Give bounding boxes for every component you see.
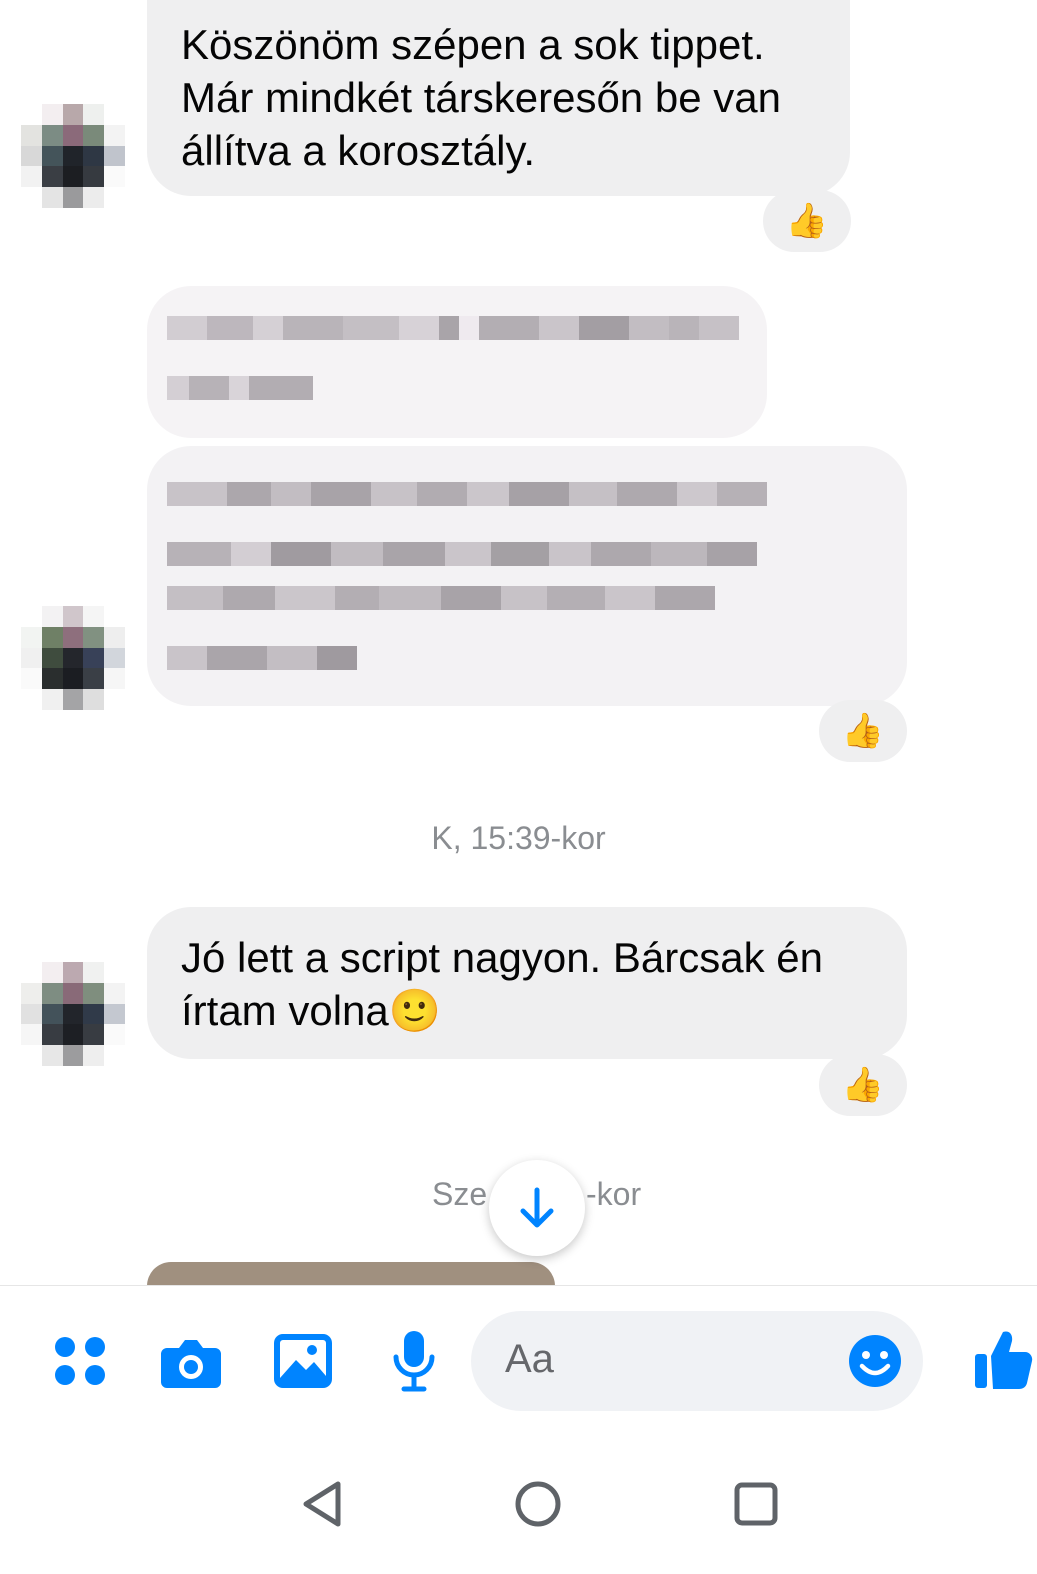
redacted-text-line — [167, 482, 767, 506]
microphone-icon — [393, 1331, 435, 1392]
camera-icon — [161, 1340, 221, 1388]
thumbs-up-icon — [975, 1331, 1033, 1389]
redacted-text-line — [167, 316, 739, 340]
redacted-text-line — [167, 376, 313, 400]
timestamp-divider-right: -kor — [586, 1176, 642, 1212]
recents-button[interactable] — [726, 1474, 786, 1534]
message-bubble[interactable]: Köszönöm szépen a sok tippet. Már mindké… — [147, 0, 850, 196]
reaction-badge[interactable]: 👍 — [819, 700, 907, 762]
gallery-button[interactable] — [272, 1331, 334, 1391]
system-navigation-bar — [0, 1440, 1037, 1574]
scroll-to-bottom-button[interactable] — [489, 1160, 585, 1256]
message-input-placeholder: Aa — [505, 1337, 554, 1381]
thumbs-up-reaction-icon: 👍 — [841, 712, 885, 750]
voice-button[interactable] — [386, 1328, 442, 1394]
apps-icon — [55, 1337, 105, 1385]
reaction-badge[interactable]: 👍 — [819, 1054, 907, 1116]
timestamp-divider: K, 15:39-kor — [431, 820, 606, 856]
home-circle-icon — [515, 1481, 561, 1527]
thumbs-up-reaction-icon: 👍 — [785, 202, 829, 240]
message-text: Jó lett a script nagyon. Bárcsak én írta… — [181, 934, 823, 1034]
emoji-icon — [849, 1335, 901, 1387]
back-button[interactable] — [292, 1474, 352, 1534]
recents-square-icon — [734, 1482, 778, 1526]
camera-button[interactable] — [158, 1331, 224, 1393]
message-bubble[interactable]: Jó lett a script nagyon. Bárcsak én írta… — [147, 907, 907, 1059]
timestamp-divider-left: Sze — [432, 1176, 488, 1212]
reaction-badge[interactable]: 👍 — [763, 190, 851, 252]
thumbs-up-reaction-icon: 👍 — [841, 1066, 885, 1104]
message-bubble-blurred[interactable] — [147, 446, 907, 706]
redacted-text-line — [167, 542, 757, 566]
back-triangle-icon — [303, 1481, 341, 1527]
image-message-preview[interactable] — [147, 1262, 555, 1286]
avatar — [21, 962, 125, 1066]
send-like-button[interactable] — [972, 1327, 1034, 1393]
message-bubble-blurred[interactable] — [147, 286, 767, 438]
emoji-button[interactable] — [845, 1331, 905, 1391]
message-input[interactable]: Aa — [471, 1311, 923, 1411]
message-text: Köszönöm szépen a sok tippet. Már mindké… — [181, 21, 781, 174]
apps-button[interactable] — [50, 1331, 110, 1391]
avatar — [21, 104, 125, 208]
redacted-text-line — [167, 586, 715, 610]
home-button[interactable] — [508, 1474, 568, 1534]
image-icon — [274, 1334, 332, 1388]
arrow-down-icon — [520, 1187, 554, 1228]
avatar — [21, 606, 125, 710]
redacted-text-line — [167, 646, 357, 670]
